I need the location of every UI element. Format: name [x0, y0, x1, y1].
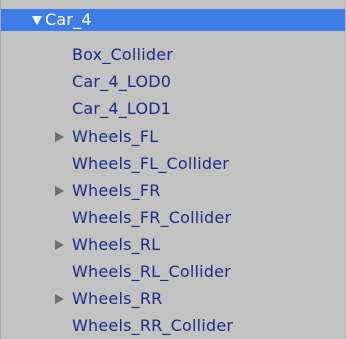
hierarchy-item-label: Wheels_FR_Collider — [72, 208, 232, 227]
hierarchy-item-wheels-rr-collider[interactable]: Wheels_RR_Collider — [1, 313, 345, 339]
hierarchy-item-wheels-rl-collider[interactable]: Wheels_RL_Collider — [1, 259, 345, 285]
hierarchy-item-box-collider[interactable]: Box_Collider — [1, 42, 345, 68]
hierarchy-panel: Car_4 Box_Collider Car_4_LOD0 Car_4_LOD1… — [0, 0, 346, 338]
triangle-right-icon[interactable] — [55, 186, 64, 196]
hierarchy-item-car-4-lod0[interactable]: Car_4_LOD0 — [1, 69, 345, 95]
hierarchy-item-label: Car_4_LOD0 — [72, 72, 172, 91]
hierarchy-item-car-4[interactable]: Car_4 — [1, 9, 345, 31]
hierarchy-item-wheels-fr-collider[interactable]: Wheels_FR_Collider — [1, 205, 345, 231]
triangle-right-icon[interactable] — [55, 132, 64, 142]
hierarchy-item-label: Wheels_RR_Collider — [72, 316, 234, 335]
hierarchy-item-label: Car_4 — [45, 10, 92, 29]
hierarchy-item-label: Car_4_LOD1 — [72, 99, 172, 118]
hierarchy-item-label: Wheels_RL_Collider — [72, 262, 231, 281]
triangle-down-icon[interactable] — [32, 16, 42, 25]
hierarchy-item-label: Wheels_FL_Collider — [72, 154, 230, 173]
hierarchy-item-wheels-fr[interactable]: Wheels_FR — [1, 178, 345, 204]
hierarchy-item-label: Wheels_RR — [72, 289, 163, 308]
hierarchy-item-label: Wheels_FL — [72, 127, 159, 146]
hierarchy-item-wheels-fl-collider[interactable]: Wheels_FL_Collider — [1, 151, 345, 177]
triangle-right-icon[interactable] — [55, 294, 64, 304]
hierarchy-item-wheels-fl[interactable]: Wheels_FL — [1, 124, 345, 150]
hierarchy-item-label: Wheels_FR — [72, 181, 161, 200]
hierarchy-item-label: Box_Collider — [72, 45, 174, 64]
triangle-right-icon[interactable] — [55, 240, 64, 250]
hierarchy-item-label: Wheels_RL — [72, 235, 161, 254]
hierarchy-item-wheels-rr[interactable]: Wheels_RR — [1, 286, 345, 312]
hierarchy-item-car-4-lod1[interactable]: Car_4_LOD1 — [1, 96, 345, 122]
hierarchy-item-wheels-rl[interactable]: Wheels_RL — [1, 232, 345, 258]
